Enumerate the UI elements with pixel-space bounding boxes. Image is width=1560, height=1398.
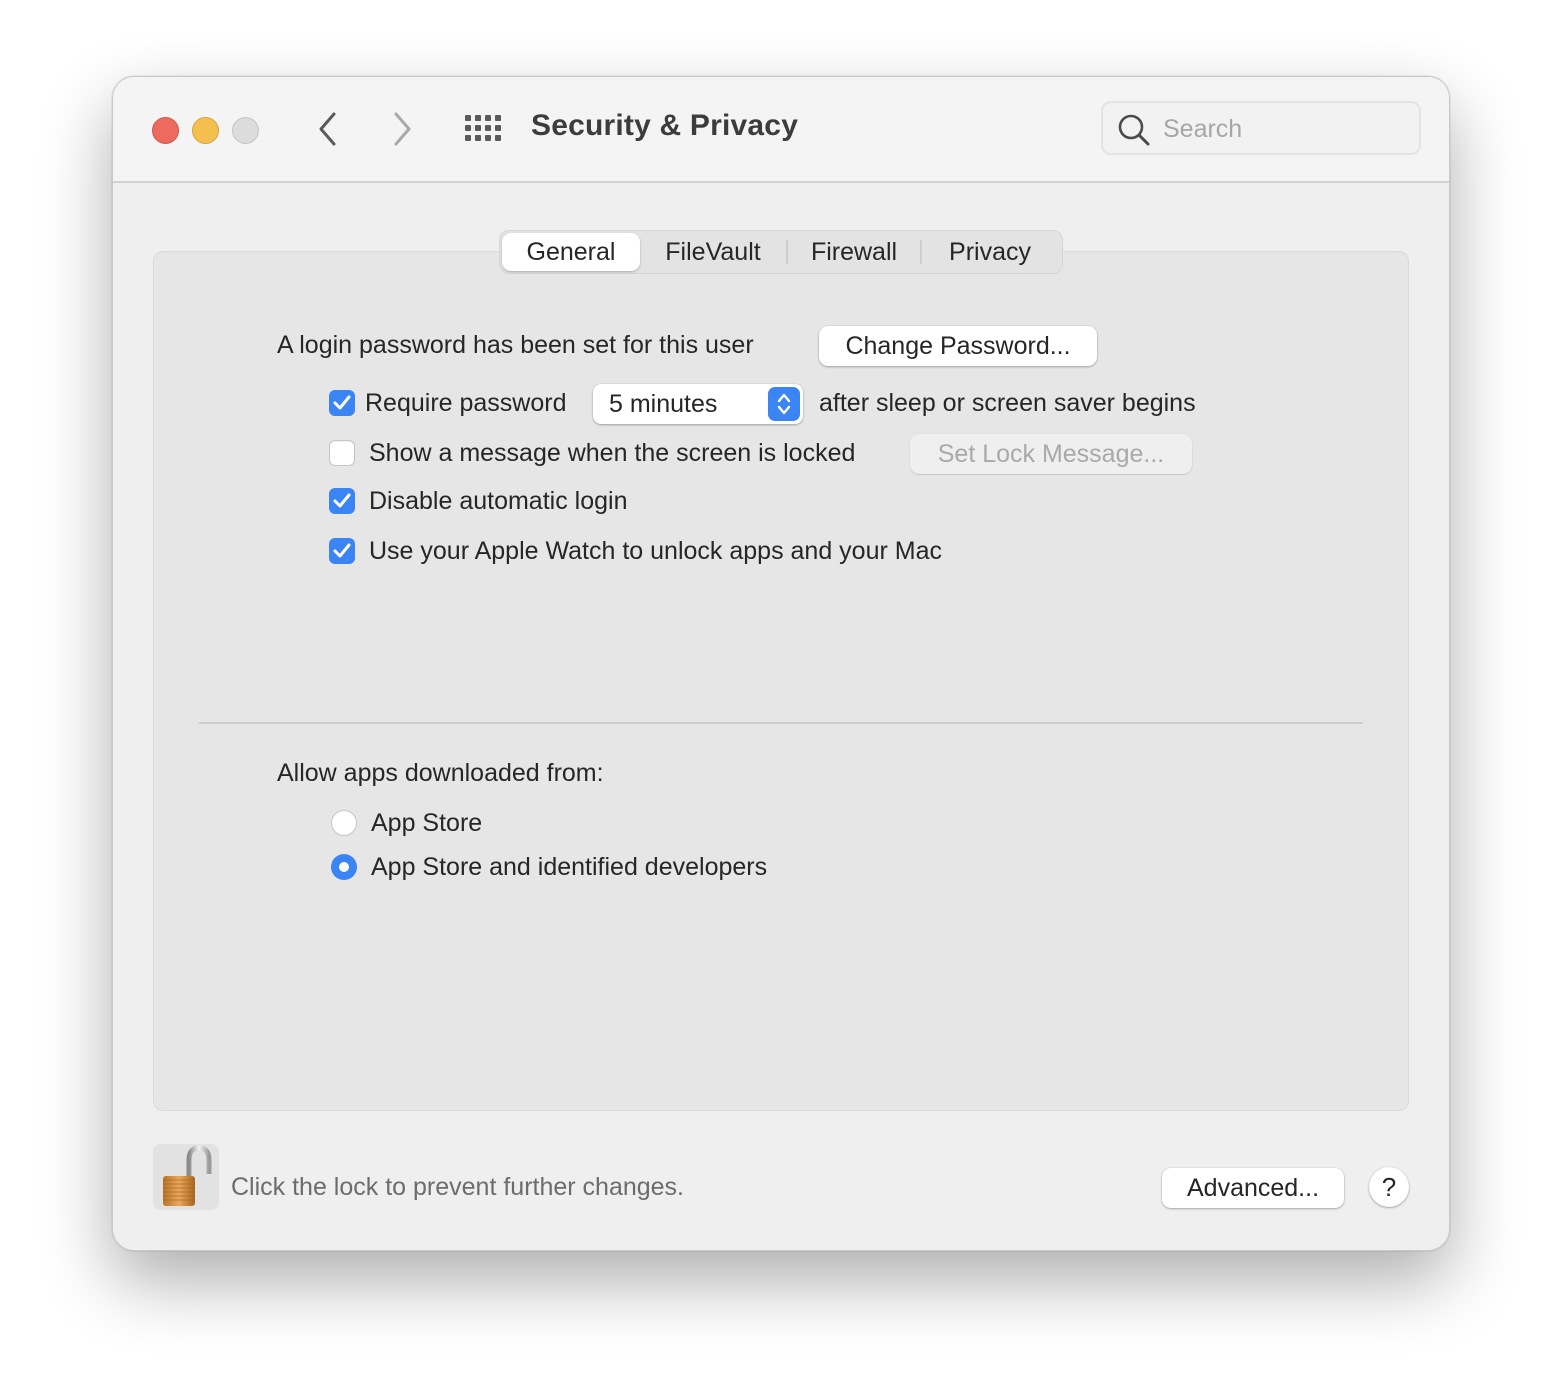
lock-status-text: Click the lock to prevent further change… bbox=[231, 1173, 685, 1201]
back-button[interactable] bbox=[311, 109, 345, 149]
search-icon bbox=[1118, 114, 1150, 146]
change-password-button[interactable]: Change Password... bbox=[819, 326, 1097, 366]
title-bar: Security & Privacy bbox=[113, 77, 1449, 183]
require-password-suffix: after sleep or screen saver begins bbox=[819, 389, 1196, 417]
window-title: Security & Privacy bbox=[531, 109, 799, 142]
checkmark-icon bbox=[333, 543, 351, 558]
radio-app-store[interactable] bbox=[331, 810, 357, 836]
tab-label: FileVault bbox=[665, 237, 761, 266]
security-privacy-window: Security & Privacy General FileVault Fir… bbox=[112, 76, 1450, 1251]
apple-watch-unlock-label: Use your Apple Watch to unlock apps and … bbox=[369, 537, 942, 565]
radio-app-store-label: App Store bbox=[371, 809, 483, 837]
apple-watch-unlock-checkbox[interactable] bbox=[329, 538, 355, 564]
tab-filevault[interactable]: FileVault bbox=[640, 231, 786, 273]
require-password-checkbox[interactable] bbox=[329, 390, 355, 416]
chevron-right-icon bbox=[394, 112, 411, 146]
section-divider bbox=[199, 722, 1363, 724]
close-window-button[interactable] bbox=[152, 117, 179, 144]
up-down-chevron-icon bbox=[777, 393, 791, 415]
tab-label: Firewall bbox=[810, 237, 898, 266]
search-field[interactable] bbox=[1101, 101, 1421, 155]
tab-firewall[interactable]: Firewall bbox=[788, 231, 920, 273]
login-password-status: A login password has been set for this u… bbox=[277, 331, 754, 359]
show-lock-message-checkbox[interactable] bbox=[329, 440, 355, 466]
allow-apps-heading: Allow apps downloaded from: bbox=[277, 759, 604, 787]
radio-app-store-identified-developers[interactable] bbox=[331, 854, 357, 880]
tab-label: Privacy bbox=[949, 237, 1031, 266]
require-password-label: Require password bbox=[365, 389, 567, 417]
password-delay-select[interactable]: 5 minutes bbox=[593, 384, 803, 424]
tab-bar: General FileVault Firewall Privacy bbox=[499, 230, 1063, 274]
tab-general[interactable]: General bbox=[502, 233, 640, 271]
tab-content-panel bbox=[153, 251, 1409, 1111]
help-button[interactable]: ? bbox=[1369, 1167, 1409, 1207]
tab-privacy[interactable]: Privacy bbox=[922, 231, 1058, 273]
minimize-window-button[interactable] bbox=[192, 117, 219, 144]
advanced-button[interactable]: Advanced... bbox=[1162, 1168, 1344, 1208]
set-lock-message-button[interactable]: Set Lock Message... bbox=[910, 434, 1192, 474]
lock-button[interactable] bbox=[153, 1144, 219, 1210]
unlocked-padlock-icon bbox=[163, 1145, 212, 1206]
radio-app-store-identified-developers-label: App Store and identified developers bbox=[371, 853, 768, 881]
zoom-window-button[interactable] bbox=[232, 117, 259, 144]
select-stepper bbox=[768, 387, 800, 421]
chevron-left-icon bbox=[319, 112, 336, 146]
password-delay-value: 5 minutes bbox=[609, 390, 718, 418]
show-all-button[interactable] bbox=[463, 113, 503, 143]
forward-button[interactable] bbox=[385, 109, 419, 149]
checkmark-icon bbox=[333, 395, 351, 410]
search-input[interactable] bbox=[1161, 111, 1415, 147]
tab-label: General bbox=[526, 237, 616, 266]
radio-dot bbox=[339, 862, 349, 872]
show-lock-message-label: Show a message when the screen is locked bbox=[369, 439, 856, 467]
disable-automatic-login-checkbox[interactable] bbox=[329, 488, 355, 514]
disable-automatic-login-label: Disable automatic login bbox=[369, 487, 628, 515]
checkmark-icon bbox=[333, 493, 351, 508]
